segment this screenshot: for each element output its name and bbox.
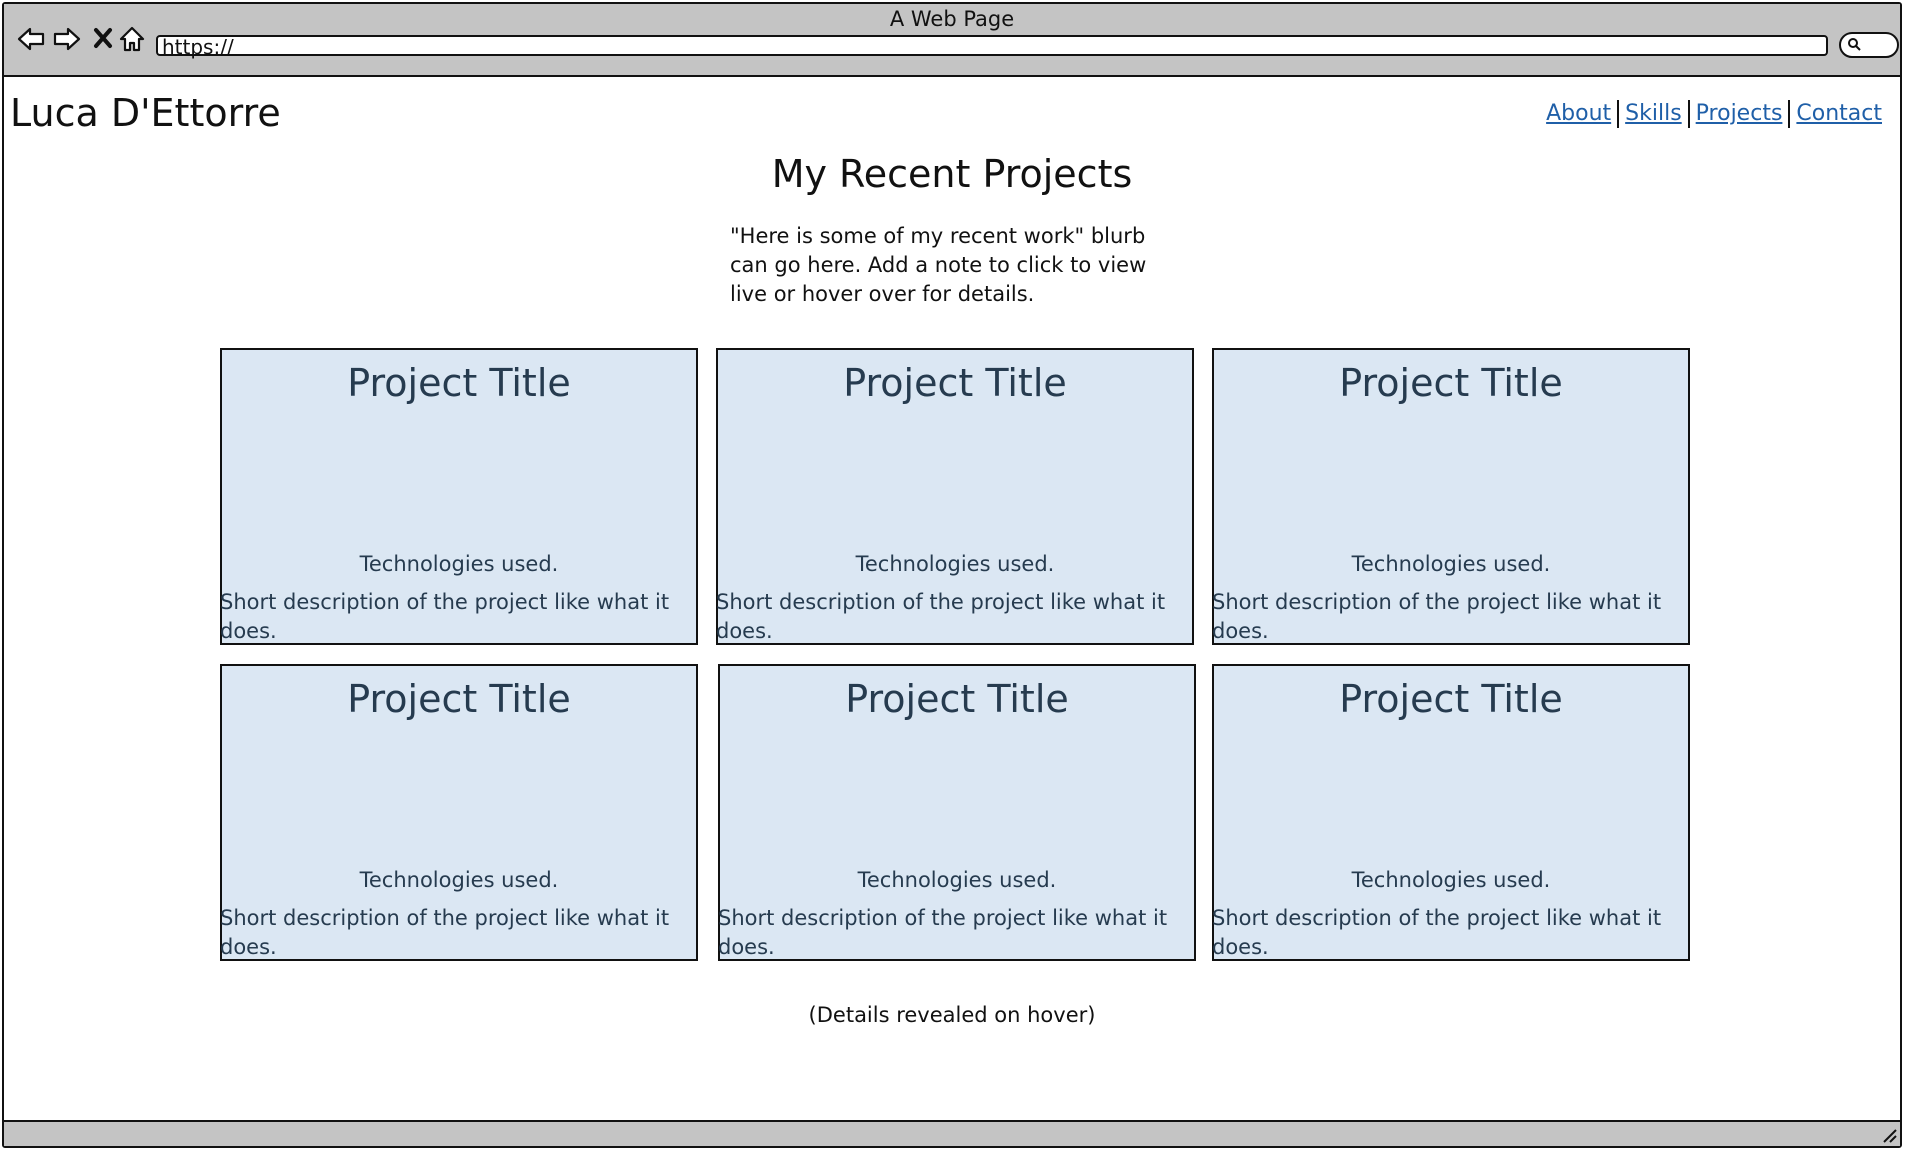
top-nav: About Skills Projects Contact — [1540, 100, 1888, 128]
site-name: Luca D'Ettorre — [10, 91, 281, 135]
project-title: Project Title — [1339, 361, 1563, 405]
hover-note: (Details revealed on hover) — [808, 1003, 1096, 1027]
home-icon[interactable] — [118, 24, 146, 54]
project-title: Project Title — [347, 361, 571, 405]
project-description: Short description of the project like wh… — [1212, 590, 1662, 643]
browser-toolbar: A Web Page https:// — [4, 4, 1900, 77]
project-description: Short description of the project like wh… — [220, 590, 670, 643]
resize-grip-icon[interactable] — [1880, 1126, 1898, 1144]
stop-icon[interactable] — [92, 24, 114, 54]
url-text: https:// — [162, 35, 234, 59]
search-icon — [1848, 38, 1861, 51]
project-description: Short description of the project like wh… — [718, 906, 1168, 959]
project-technologies: Technologies used. — [1351, 868, 1551, 892]
nav-link-about[interactable]: About — [1540, 100, 1617, 128]
status-bar — [4, 1120, 1900, 1146]
search-button[interactable] — [1839, 32, 1899, 58]
page-title: My Recent Projects — [771, 152, 1133, 196]
project-title: Project Title — [845, 677, 1069, 721]
forward-arrow-icon[interactable] — [52, 24, 82, 54]
project-technologies: Technologies used. — [1351, 552, 1551, 576]
project-card[interactable]: Project Title Technologies used. Short d… — [718, 664, 1196, 961]
project-title: Project Title — [843, 361, 1067, 405]
project-technologies: Technologies used. — [857, 868, 1057, 892]
intro-blurb: "Here is some of my recent work" blurb c… — [730, 224, 1147, 306]
project-description: Short description of the project like wh… — [1212, 906, 1662, 959]
nav-link-skills[interactable]: Skills — [1619, 100, 1688, 128]
project-technologies: Technologies used. — [359, 552, 559, 576]
address-bar[interactable]: https:// — [156, 35, 1828, 59]
project-technologies: Technologies used. — [855, 552, 1055, 576]
nav-link-contact[interactable]: Contact — [1790, 100, 1888, 128]
project-title: Project Title — [347, 677, 571, 721]
project-description: Short description of the project like wh… — [220, 906, 670, 959]
project-description: Short description of the project like wh… — [716, 590, 1166, 643]
window-title: A Web Page — [889, 7, 1015, 31]
project-title: Project Title — [1339, 677, 1563, 721]
project-card[interactable]: Project Title Technologies used. Short d… — [716, 348, 1194, 645]
project-card[interactable]: Project Title Technologies used. Short d… — [1212, 664, 1690, 961]
project-card[interactable]: Project Title Technologies used. Short d… — [220, 664, 698, 961]
project-card[interactable]: Project Title Technologies used. Short d… — [1212, 348, 1690, 645]
nav-link-projects[interactable]: Projects — [1690, 100, 1789, 128]
back-arrow-icon[interactable] — [16, 24, 46, 54]
project-card[interactable]: Project Title Technologies used. Short d… — [220, 348, 698, 645]
browser-window: A Web Page https:// Luca D'Ettorre About… — [2, 2, 1902, 1148]
project-technologies: Technologies used. — [359, 868, 559, 892]
